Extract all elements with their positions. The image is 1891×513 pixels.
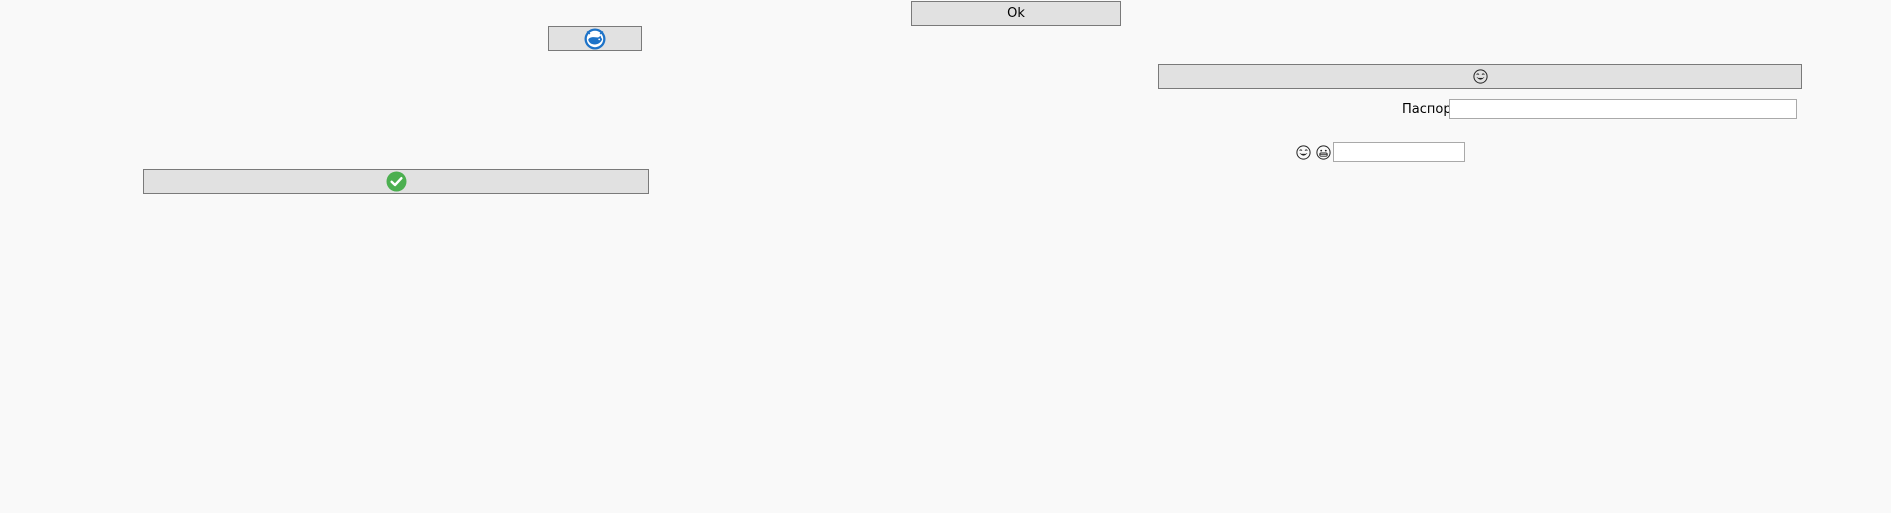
grinning-face-icon (1316, 145, 1331, 160)
ok-button-label: Ok (1007, 6, 1025, 21)
check-button[interactable] (143, 169, 649, 194)
laughing-face-icon (1472, 69, 1488, 84)
green-check-icon (386, 171, 407, 192)
whale-button[interactable] (548, 26, 642, 51)
laughing-face-button[interactable] (1158, 64, 1802, 89)
laughing-face-icon (1296, 145, 1311, 160)
emoji-field[interactable] (1333, 142, 1465, 162)
docker-whale-icon (584, 28, 606, 50)
ok-button[interactable]: Ok (911, 1, 1121, 26)
passport-field[interactable] (1449, 99, 1797, 119)
